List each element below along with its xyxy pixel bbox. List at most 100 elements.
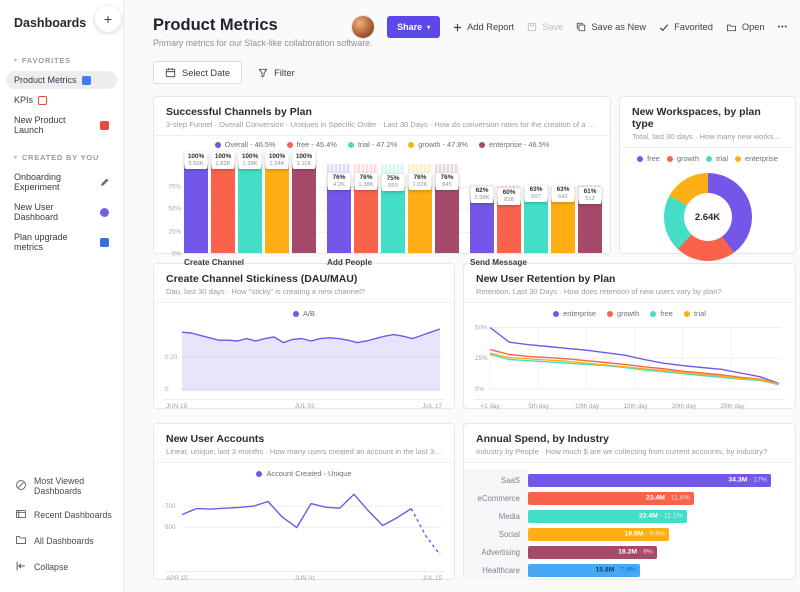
open-button[interactable]: Open [726,22,765,32]
funnel-bar [327,185,351,253]
svg-text:0: 0 [165,386,169,393]
funnel-bar-growth[interactable]: 100% 1.34K [265,152,289,253]
legend-label: free [660,309,673,318]
more-options-button[interactable]: ••• [778,24,788,31]
spend-bar-row: 19.9M · 9.9% [528,525,783,543]
spend-percent: · 7.9% [614,566,636,574]
select-date-button[interactable]: Select Date [153,61,243,84]
spend-bar-healthcare[interactable]: 15.8M · 7.9% [528,563,640,577]
funnel-value-chip: 100% 1.82K [211,152,235,169]
accounts-chart[interactable]: 700 600 [154,480,454,571]
spend-bar-advertising[interactable]: 18.2M · 9% [528,545,657,559]
card-new-user-accounts: New User Accounts Linear, unique, last 3… [153,423,455,582]
add-report-button[interactable]: Add Report [453,22,514,32]
legend-label: trial [716,154,728,163]
sidebar-item-product-metrics[interactable]: Product Metrics [6,71,117,89]
spend-value: 15.8M [595,566,615,574]
funnel-bar-growth[interactable]: 63% 642 [551,164,575,253]
spend-bar-media[interactable]: 22.4M · 11.1% [528,509,687,523]
spend-bar-ecommerce[interactable]: 23.4M · 11.6% [528,491,694,505]
legend-dot [637,155,644,162]
legend-dot [286,141,293,148]
stickiness-legend: A/B [154,303,454,320]
legend-item: trial [706,154,728,163]
save-button[interactable]: Save [527,22,563,32]
chip-percent: 63% [556,185,570,193]
spend-category-label: eCommerce [477,493,520,503]
spend-value: 23.4M [646,494,665,502]
funnel-bar-free[interactable]: 100% 1.82K [211,152,235,253]
funnel-bar-overall[interactable]: 100% 5.50K [184,152,208,253]
funnel-bar-free[interactable]: 60% 828 [497,164,521,253]
funnel-bar-overall[interactable]: 62% 2.58K [470,164,494,253]
legend-dot [666,155,673,162]
funnel-value-chip: 63% 642 [551,184,575,202]
spend-bars: 34.3M · 17% 23.4M · 11.6% 22.4M · 11.1% 19.… [528,469,783,581]
sidebar-item-onboarding-experiment[interactable]: Onboarding Experiment [6,168,117,196]
sidebar-footer-most-viewed-dashboards[interactable]: Most Viewed Dashboards [0,470,123,502]
x-tick-label: APR 15 [166,575,188,582]
funnel-bar-trial[interactable]: 75% 959 [381,164,405,253]
funnel-bar-enterprise[interactable]: 76% 845 [435,164,459,253]
sidebar-footer-recent-dashboards[interactable]: Recent Dashboards [0,502,123,528]
check-icon [659,23,669,31]
spend-bar-social[interactable]: 19.9M · 9.9% [528,527,669,541]
sidebar-section-header[interactable]: ▾ FAVORITES [0,52,123,69]
funnel-bar-overall[interactable]: 76% 4.2K [327,164,351,253]
chip-value: 1.02K [412,182,428,189]
sidebar-item-label: New User Dashboard [14,202,59,222]
legend-item: free [650,309,673,318]
sidebar-item-label: Plan upgrade metrics [14,232,68,252]
legend-label: trial - 47.2% [357,140,398,149]
card-title: Annual Spend, by Industry [476,433,610,445]
funnel-bar-free[interactable]: 76% 1.38K [354,164,378,253]
user-avatar[interactable] [352,16,375,38]
filter-button[interactable]: Filter [258,68,295,78]
sidebar-footer-collapse[interactable]: Collapse [0,554,123,580]
retention-chart[interactable]: 50% 25% 0% [464,320,795,399]
share-button[interactable]: Share ▾ [387,16,441,38]
funnel-bar-enterprise[interactable]: 100% 1.11K [292,152,316,253]
spend-chart[interactable]: SaaS eCommerce Media Social Advertising Healt… [464,463,795,581]
legend-label: growth [676,154,700,163]
sidebar-item-new-user-dashboard[interactable]: New User Dashboard [6,198,117,226]
dashboard-red-icon [100,120,109,130]
chip-value: 1.34K [269,161,285,168]
funnel-bar-growth[interactable]: 76% 1.02K [408,164,432,253]
stickiness-chart[interactable]: 0.20 0 [154,320,454,399]
legend-dot [607,310,613,317]
funnel-bar-trial[interactable]: 63% 607 [524,164,548,253]
sidebar-footer-all-dashboards[interactable]: All Dashboards [0,528,123,554]
funnel-bar-enterprise[interactable]: 61% 512 [578,164,602,253]
collapse-icon [15,560,27,574]
y-tick-label: 50% [168,205,181,213]
sidebar-item-kpis[interactable]: KPIs [6,91,117,109]
chip-value: 828 [504,196,514,203]
sidebar-item-new-product-launch[interactable]: New Product Launch [6,111,117,139]
legend-item: enterprise - 46.5% [478,140,549,149]
sidebar-item-plan-upgrade-metrics[interactable]: Plan upgrade metrics [6,228,117,256]
sidebar-section-header[interactable]: ▾ CREATED BY YOU [0,149,123,166]
add-dashboard-button[interactable]: + [95,6,121,32]
funnel-bar-trial[interactable]: 100% 1.28K [238,152,262,253]
donut-chart[interactable]: 2.64K [663,173,752,261]
funnel-chart[interactable]: 75% 50% 25% 0% 100% 5.50K 100% 1.82K 100% 1.28K 10… [154,151,610,267]
chip-percent: 76% [413,174,427,182]
card-title: Successful Channels by Plan [166,106,312,118]
chip-value: 1.11K [296,161,312,168]
x-tick-label: 5th day [528,403,549,410]
funnel-value-chip: 76% 1.02K [408,173,432,191]
spend-bar-label: 34.3M · 17% [728,477,767,484]
spend-bar-saas[interactable]: 34.3M · 17% [528,473,771,487]
toolbar: Share ▾ Add Report Save Save as New Favo… [352,16,788,38]
save-as-new-button[interactable]: Save as New [576,22,646,32]
chip-percent: 62% [475,186,489,194]
dashboard-blue-icon [81,75,91,85]
favorited-button[interactable]: Favorited [659,22,713,32]
funnel-step-label: Create Channel [184,258,245,267]
chip-value: 1.82K [215,161,231,168]
chip-percent: 75% [386,175,400,183]
x-tick-label: 25th day [720,403,745,410]
funnel-bar [238,164,262,253]
legend-label: Overall - 46.5% [224,140,276,149]
